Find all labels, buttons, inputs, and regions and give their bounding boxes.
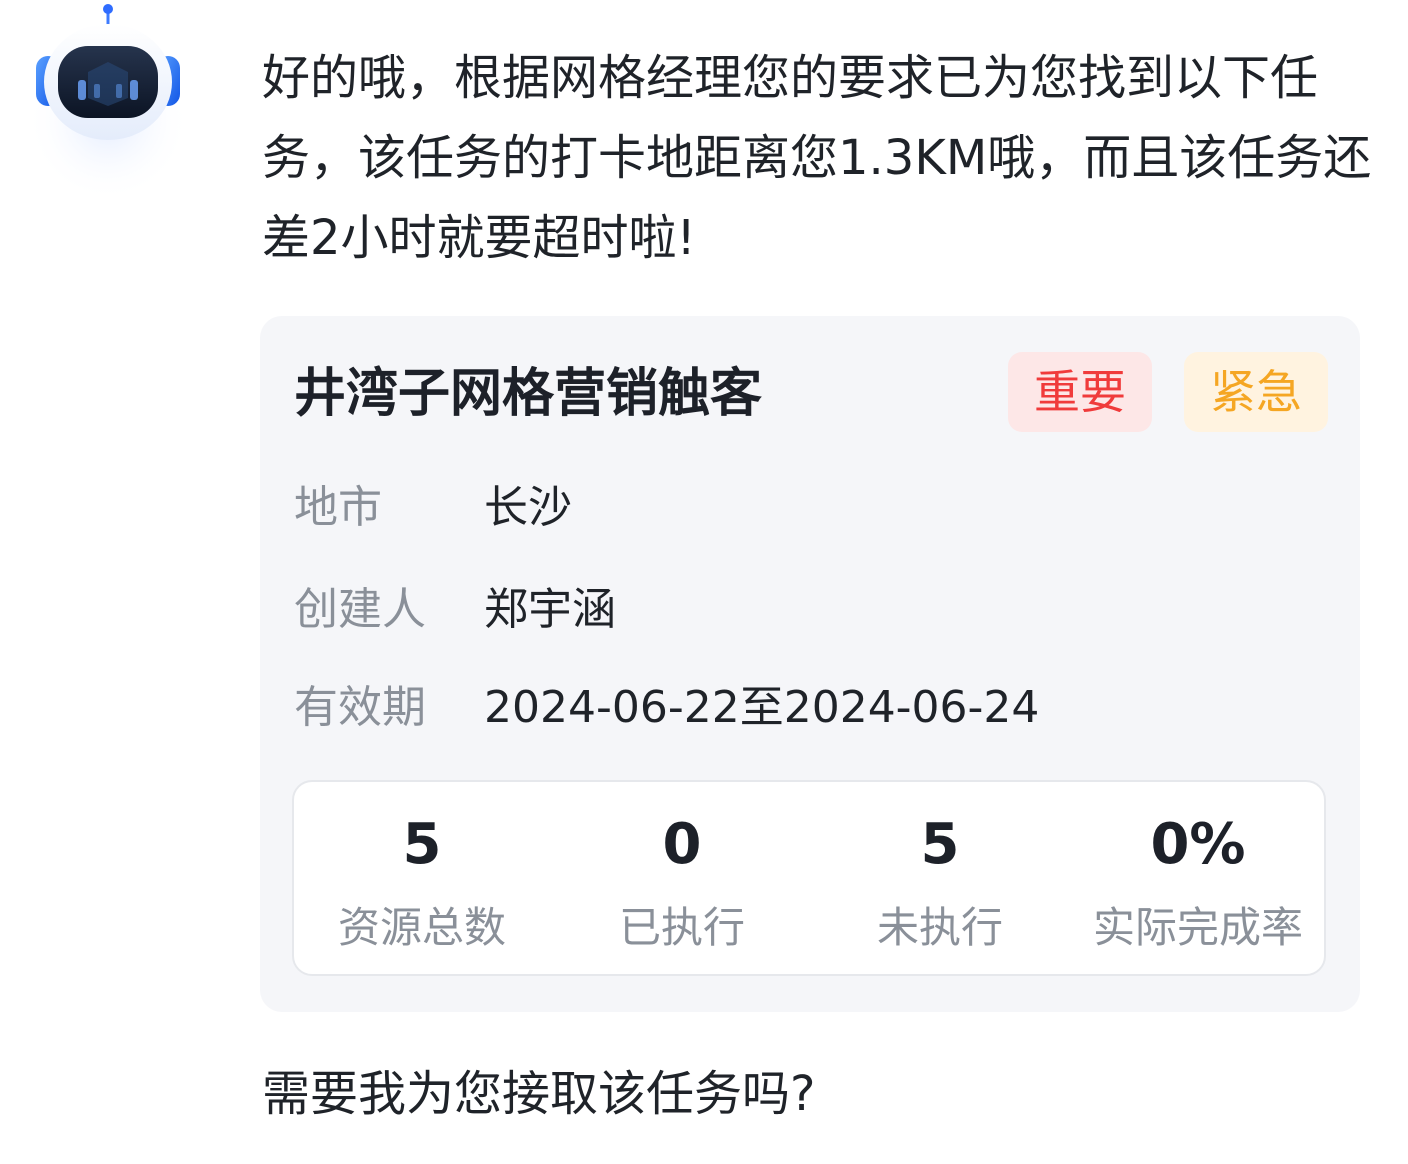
stat-executed: 0 已执行 (564, 782, 800, 978)
stat-value: 5 (920, 812, 960, 877)
stat-value: 0% (1150, 812, 1246, 877)
assistant-message: 好的哦，根据网格经理您的要求已为您找到以下任务，该任务的打卡地距离您1.3KM哦… (262, 50, 1372, 266)
stat-total-resources: 5 资源总数 (304, 782, 540, 978)
stat-label: 未执行 (876, 903, 1003, 952)
stat-label: 已执行 (618, 903, 745, 952)
creator-value: 郑宇涵 (484, 584, 616, 635)
tag-urgent: 紧急 (1184, 352, 1328, 432)
validity-value: 2024-06-22至2024-06-24 (484, 682, 1040, 733)
robot-icon (26, 4, 190, 194)
validity-label: 有效期 (294, 682, 426, 733)
city-value: 长沙 (484, 482, 572, 533)
assistant-avatar (22, 0, 194, 200)
tag-important: 重要 (1008, 352, 1152, 432)
stat-value: 0 (662, 812, 702, 877)
creator-label: 创建人 (294, 584, 426, 635)
stat-value: 5 (402, 812, 442, 877)
stat-not-executed: 5 未执行 (822, 782, 1058, 978)
followup-question: 需要我为您接取该任务吗? (262, 1066, 816, 1122)
task-title: 井湾子网格营销触客 (294, 364, 763, 424)
stat-label: 资源总数 (337, 903, 506, 952)
stat-completion-rate: 0% 实际完成率 (1080, 782, 1316, 978)
task-stats-panel: 5 资源总数 0 已执行 5 未执行 0% 实际完成率 (292, 780, 1326, 976)
city-label: 地市 (294, 482, 382, 533)
task-card[interactable]: 井湾子网格营销触客 重要 紧急 地市 长沙 创建人 郑宇涵 有效期 2024-0… (260, 316, 1360, 1012)
stat-label: 实际完成率 (1092, 903, 1303, 952)
